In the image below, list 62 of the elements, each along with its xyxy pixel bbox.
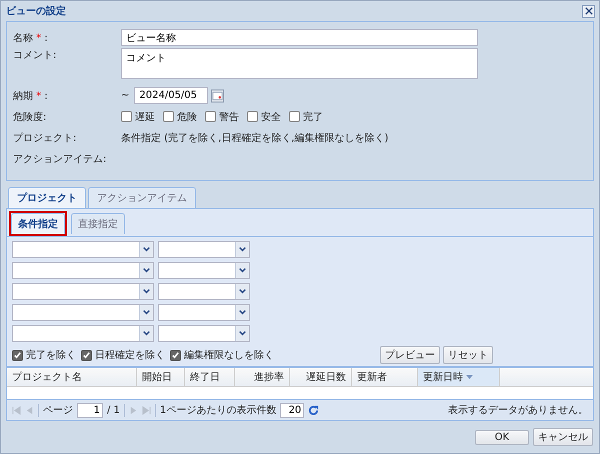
- checkbox[interactable]: [12, 350, 23, 360]
- dropdown-field[interactable]: [158, 325, 250, 342]
- field-label: 納期 * :: [13, 90, 48, 102]
- column-header[interactable]: 開始日: [137, 368, 185, 386]
- column-header[interactable]: 終了日: [185, 368, 235, 386]
- reset-button[interactable]: リセット: [443, 346, 493, 364]
- cancel-button[interactable]: キャンセル: [533, 428, 593, 446]
- checkbox-label: 完了を除く: [26, 348, 76, 362]
- tab[interactable]: 条件指定: [11, 213, 65, 234]
- column-header[interactable]: 更新日時: [418, 368, 500, 386]
- column-header[interactable]: 遅延日数: [290, 368, 352, 386]
- checkbox[interactable]: [289, 111, 300, 122]
- name-field[interactable]: ビュー名称: [121, 29, 478, 46]
- checkbox[interactable]: [81, 350, 92, 360]
- field-label: 名称 * :: [13, 32, 48, 44]
- dropdown-field[interactable]: [158, 304, 250, 321]
- checkbox-label: 安全: [261, 110, 281, 124]
- close-button[interactable]: [582, 4, 595, 18]
- page-label: ページ: [43, 404, 73, 417]
- dropdown-field[interactable]: [12, 262, 154, 279]
- range-mark: ~: [121, 90, 130, 101]
- field-label: プロジェクト:: [13, 132, 76, 144]
- field-label: アクションアイテム:: [13, 154, 106, 164]
- tab[interactable]: アクションアイテム: [88, 187, 196, 208]
- checkbox[interactable]: [205, 111, 216, 122]
- page-total: / 1: [107, 404, 120, 416]
- dropdown-field[interactable]: [158, 241, 250, 258]
- window-title: ビューの設定: [6, 4, 66, 18]
- field-label: コメント:: [13, 50, 56, 61]
- per-page-label: 1ページあたりの表示件数: [160, 404, 276, 417]
- page-field[interactable]: 1: [77, 402, 103, 418]
- column-header[interactable]: 進捗率: [235, 368, 290, 386]
- column-header[interactable]: プロジェクト名: [7, 368, 137, 386]
- sort-icon: [466, 374, 473, 380]
- dropdown-field[interactable]: [158, 262, 250, 279]
- calendar-icon[interactable]: [211, 88, 224, 102]
- checkbox[interactable]: [121, 111, 132, 122]
- checkbox-label: 日程確定を除く: [95, 348, 165, 362]
- checkbox-label: 編集権限なしを除く: [184, 348, 274, 362]
- refresh-icon[interactable]: [308, 404, 320, 416]
- dropdown-field[interactable]: [12, 304, 154, 321]
- per-page-field[interactable]: 20: [280, 402, 304, 418]
- dropdown-field[interactable]: [12, 283, 154, 300]
- project-condition: 条件指定 (完了を除く,日程確定を除く,編集権限なしを除く): [121, 132, 388, 144]
- checkbox-label: 完了: [303, 110, 323, 124]
- checkbox[interactable]: [247, 111, 258, 122]
- checkbox[interactable]: [170, 350, 181, 360]
- comment-field[interactable]: コメント: [121, 48, 478, 79]
- dropdown-field[interactable]: [12, 241, 154, 258]
- checkbox[interactable]: [163, 111, 174, 122]
- preview-button[interactable]: プレビュー: [380, 346, 440, 364]
- dropdown-field[interactable]: [158, 283, 250, 300]
- tab[interactable]: プロジェクト: [8, 187, 86, 208]
- checkbox-label: 危険: [177, 110, 197, 124]
- tab[interactable]: 直接指定: [71, 213, 125, 234]
- ok-button[interactable]: OK: [475, 430, 529, 444]
- dropdown-field[interactable]: [12, 325, 154, 342]
- date-field[interactable]: 2024/05/05: [134, 87, 208, 104]
- field-label: 危険度:: [13, 112, 46, 122]
- empty-message: 表示するデータがありません。: [448, 404, 588, 417]
- checkbox-label: 警告: [219, 110, 239, 124]
- checkbox-label: 遅延: [135, 110, 155, 124]
